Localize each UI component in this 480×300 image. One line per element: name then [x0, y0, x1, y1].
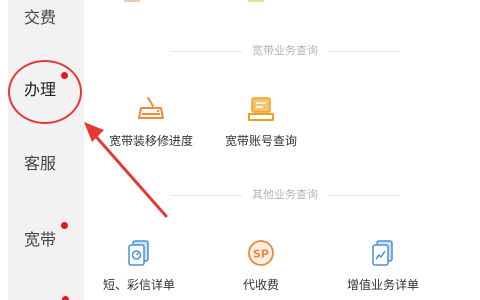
sp-coin-icon: SP: [248, 240, 274, 266]
sidebar-item-broadband[interactable]: 宽带: [8, 218, 84, 258]
divider: [170, 194, 242, 196]
service-value-added-detail[interactable]: 增值业务详单: [318, 238, 448, 293]
category-sidebar: 交费 办理 客服 宽带: [8, 0, 84, 300]
account-card-icon: [248, 97, 274, 121]
notification-dot: [61, 72, 69, 79]
service-broadband-account[interactable]: 宽带账号查询: [196, 94, 326, 149]
sidebar-item-label-text: 办理: [24, 80, 57, 99]
service-collection-fee[interactable]: SP 代收费: [196, 238, 326, 293]
svg-text:SP: SP: [253, 248, 269, 261]
service-sms-mms-detail[interactable]: 短、彩信详单: [74, 238, 204, 293]
sidebar-item-label: 宽带: [24, 222, 69, 250]
divider: [170, 50, 242, 52]
sidebar-item-service[interactable]: 客服: [8, 142, 84, 182]
notification-dot: [62, 296, 69, 300]
section-title-text: 宽带业务查询: [252, 44, 318, 57]
router-icon: [138, 97, 164, 119]
divider: [328, 194, 400, 196]
service-label: 增值业务详单: [346, 278, 419, 292]
sidebar-item-label: 交费: [24, 8, 57, 27]
chart-doc-icon: [372, 240, 393, 266]
divider: [328, 50, 400, 52]
page: 交费 办理 客服 宽带 宽带业务查询 宽带装移修进度 宽带账号查询 其他业务查询…: [0, 0, 480, 300]
service-label: 短、彩信详单: [102, 278, 175, 292]
cutoff-icon: [124, 0, 140, 2]
notification-dot: [61, 222, 69, 229]
sidebar-item-handle[interactable]: 办理: [8, 68, 84, 108]
cutoff-icon: [248, 0, 264, 2]
section-title-text: 其他业务查询: [252, 188, 318, 201]
service-label: 宽带账号查询: [224, 134, 297, 148]
message-doc-icon: [128, 240, 149, 266]
section-title-other: 其他业务查询: [90, 186, 480, 202]
section-title-broadband: 宽带业务查询: [90, 42, 480, 58]
sidebar-item-pay[interactable]: 交费: [8, 0, 84, 36]
sidebar-item-label-text: 宽带: [24, 230, 57, 249]
sidebar-item-label: 办理: [24, 72, 69, 100]
sidebar-item-label: 客服: [24, 154, 57, 173]
service-label: 代收费: [242, 278, 279, 292]
